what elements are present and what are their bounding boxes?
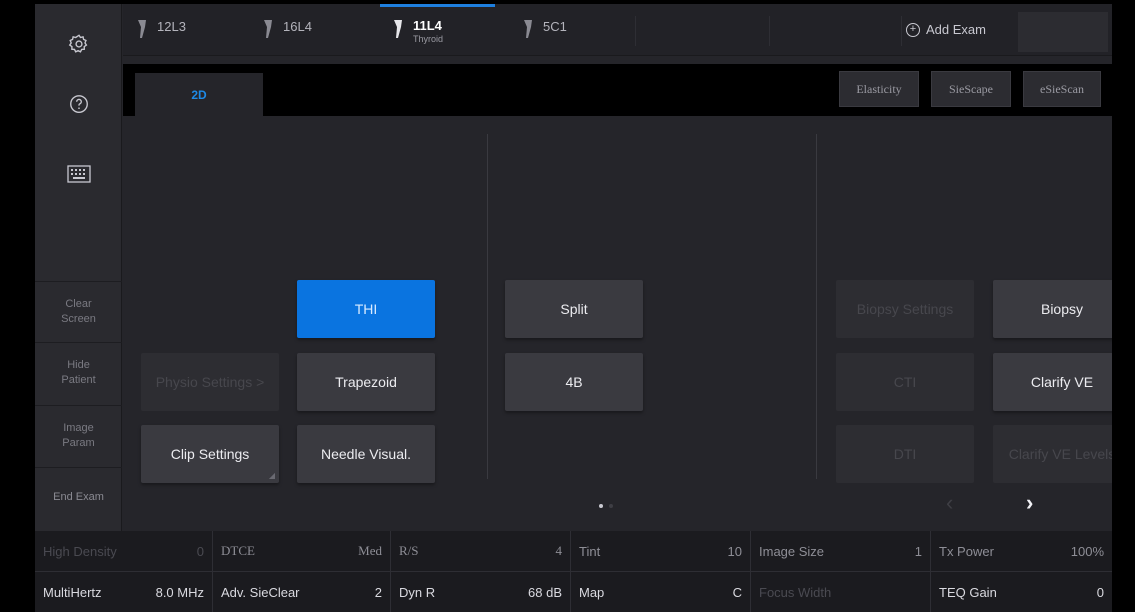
param-value: 8.0 MHz [155,584,204,600]
param-label: Tx Power [939,543,994,559]
probe-name: 12L3 [157,19,186,34]
image-param-button[interactable]: Image Param [35,405,122,465]
probe-tab-12l3[interactable]: 12L3 [135,4,186,56]
param-multihertz[interactable]: MultiHertz 8.0 MHz [35,572,213,612]
esiescan-button[interactable]: eSieScan [1023,71,1101,107]
chevron-left-icon[interactable]: ‹ [946,490,953,516]
dti-button[interactable]: DTI [836,425,974,483]
probe-tab-bar: 12L3 16L4 11L4 Thyroid 5C1 + Add Exam [123,4,1112,56]
param-label: Focus Width [759,584,832,600]
param-high-density[interactable]: High Density 0 [35,531,213,571]
param-label: Dyn R [399,584,436,600]
param-label: Tint [579,543,601,559]
probe-tab-5c1[interactable]: 5C1 [521,4,567,56]
param-label: TEQ Gain [939,584,997,600]
siescape-button[interactable]: SieScape [931,71,1011,107]
status-row-1: High Density 0 DTCE Med R/S 4 Tint 10 Im… [35,531,1112,571]
param-focus-width[interactable]: Focus Width [751,572,931,612]
probe-divider [901,16,902,46]
help-icon[interactable] [35,74,122,134]
page-dot [609,504,613,508]
param-value: 4 [555,543,563,558]
left-sidebar: Clear Screen Hide Patient Image Param En… [35,4,122,531]
param-value: 1 [914,543,922,559]
clarify-ve-levels-button[interactable]: Clarify VE Levels [993,425,1112,483]
settings-gear-icon[interactable] [35,14,122,74]
end-exam-button[interactable]: End Exam [35,467,122,527]
probe-tab-11l4[interactable]: 11L4 Thyroid [391,4,443,56]
thi-button[interactable]: THI [297,280,435,338]
param-rs[interactable]: R/S 4 [391,531,571,571]
probe-divider [769,16,770,46]
control-panel: Physio Settings > Clip Settings ◢ THI Tr… [123,116,1112,531]
param-dtce[interactable]: DTCE Med [213,531,391,571]
needle-visual-button[interactable]: Needle Visual. [297,425,435,483]
probe-name: 5C1 [543,19,567,34]
add-exam-label: Add Exam [926,22,986,37]
probe-icon [524,20,532,38]
param-image-size[interactable]: Image Size 1 [751,531,931,571]
param-value: 10 [727,543,742,559]
probe-name: 16L4 [283,19,312,34]
page-indicator [599,504,613,508]
probe-tab-16l4[interactable]: 16L4 [261,4,312,56]
elasticity-button[interactable]: Elasticity [839,71,919,107]
probe-icon [394,20,402,38]
param-label: DTCE [221,543,255,558]
param-dyn-r[interactable]: Dyn R 68 dB [391,572,571,612]
param-label: Image Size [759,543,825,559]
param-teq-gain[interactable]: TEQ Gain 0 [931,572,1112,612]
physio-settings-button[interactable]: Physio Settings > [141,353,279,411]
param-label: Adv. SieClear [221,584,300,600]
probe-name: 11L4 [413,18,442,33]
tab-2d[interactable]: 2D [135,73,263,116]
trapezoid-button[interactable]: Trapezoid [297,353,435,411]
param-value: C [732,584,742,600]
param-label: R/S [399,543,419,558]
param-value: 0 [1096,584,1104,600]
clip-settings-label: Clip Settings [170,446,250,462]
biopsy-settings-button[interactable]: Biopsy Settings [836,280,974,338]
param-label: High Density [43,543,117,559]
keyboard-icon[interactable] [35,144,122,204]
column-divider [816,134,817,479]
mode-bar: 2D Elasticity SieScape eSieScan [123,64,1112,116]
status-row-2: MultiHertz 8.0 MHz Adv. SieClear 2 Dyn R… [35,572,1112,612]
clip-settings-button[interactable]: Clip Settings ◢ [141,425,279,483]
probe-icon [264,20,272,38]
chevron-right-icon[interactable]: › [1026,490,1033,516]
probe-icon [138,20,146,38]
ultrasound-touch-panel: Clear Screen Hide Patient Image Param En… [35,4,1112,612]
column-divider [487,134,488,479]
status-parameters: High Density 0 DTCE Med R/S 4 Tint 10 Im… [35,531,1112,612]
param-label: MultiHertz [43,584,102,600]
4b-button[interactable]: 4B [505,353,643,411]
expand-corner-icon: ◢ [268,471,275,480]
empty-exam-slot [1018,12,1108,52]
param-value: Med [358,543,382,558]
param-tx-power[interactable]: Tx Power 100% [931,531,1112,571]
param-map[interactable]: Map C [571,572,751,612]
plus-circle-icon: + [906,22,920,37]
clarify-ve-button[interactable]: Clarify VE [993,353,1112,411]
biopsy-button[interactable]: Biopsy [993,280,1112,338]
clear-screen-button[interactable]: Clear Screen [35,281,122,341]
param-value: 68 dB [528,584,562,600]
probe-preset: Thyroid [413,34,444,44]
page-dot-active [599,504,603,508]
hide-patient-button[interactable]: Hide Patient [35,342,122,402]
param-value: 100% [1070,543,1104,559]
add-exam-button[interactable]: + Add Exam [906,22,986,37]
param-tint[interactable]: Tint 10 [571,531,751,571]
param-label: Map [579,584,605,600]
param-adv-sieclear[interactable]: Adv. SieClear 2 [213,572,391,612]
cti-button[interactable]: CTI [836,353,974,411]
probe-divider [635,16,636,46]
param-value: 0 [196,543,204,559]
param-value: 2 [374,584,382,600]
split-button[interactable]: Split [505,280,643,338]
